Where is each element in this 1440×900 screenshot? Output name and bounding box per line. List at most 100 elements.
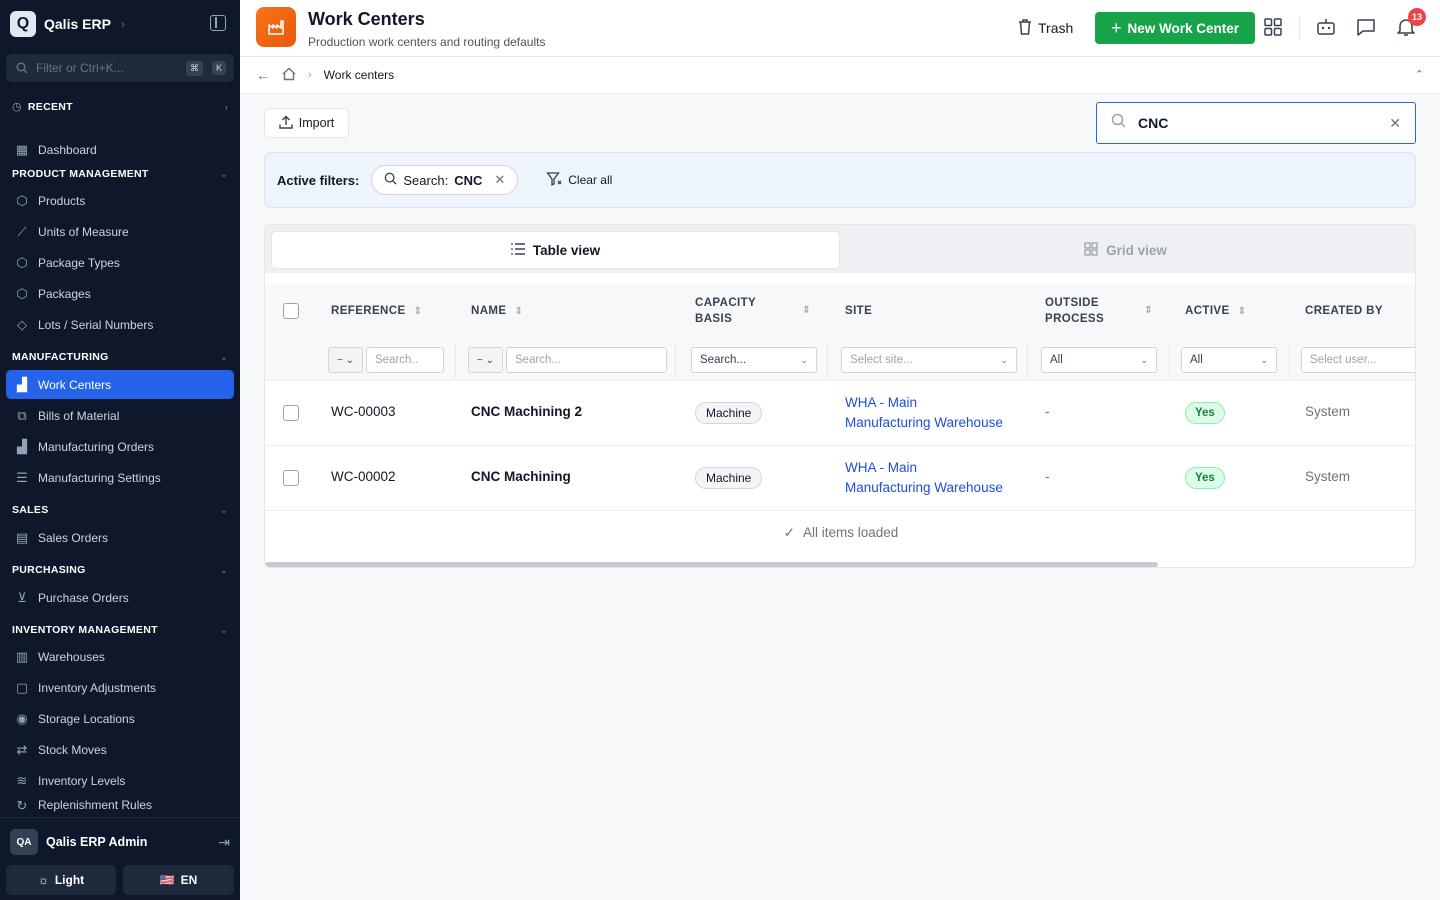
table-row[interactable]: WC-00002 CNC Machining Machine WHA - Mai… xyxy=(265,446,1415,511)
sidebar-item-stock-moves[interactable]: ⇄ Stock Moves xyxy=(6,736,234,764)
column-divider xyxy=(1169,343,1170,377)
sort-icon[interactable]: ⇕ xyxy=(802,303,811,319)
column-label: BASIS xyxy=(695,313,733,325)
apps-grid-icon[interactable] xyxy=(1262,16,1284,38)
new-work-center-button[interactable]: + New Work Center xyxy=(1095,12,1255,44)
sidebar-item-products[interactable]: ⬡ Products xyxy=(6,187,234,215)
sidebar-item-uom[interactable]: ⟋ Units of Measure xyxy=(6,218,234,246)
reference-operator-select[interactable]: ~ ⌄ xyxy=(328,347,363,373)
page-subtitle: Production work centers and routing defa… xyxy=(308,35,546,49)
outside-process-filter-select[interactable]: All ⌄ xyxy=(1041,347,1157,373)
sidebar-item-sales-orders[interactable]: ▤ Sales Orders xyxy=(6,524,234,552)
cell-name[interactable]: CNC Machining 2 xyxy=(471,404,582,419)
sidebar-collapse-icon[interactable] xyxy=(210,15,226,31)
name-filter-input[interactable]: Search... xyxy=(506,347,667,373)
filter-placeholder: Search.. xyxy=(375,354,418,366)
logout-icon[interactable]: ⇥ xyxy=(218,834,230,851)
sidebar-item-label: Inventory Levels xyxy=(38,774,126,788)
sidebar-item-storage[interactable]: ◉ Storage Locations xyxy=(6,705,234,733)
filter-chip-search[interactable]: Search: CNC ✕ xyxy=(371,165,519,195)
robot-icon[interactable] xyxy=(1315,16,1337,38)
sidebar-filter[interactable]: Filter or Ctrl+K... ⌘ K xyxy=(6,54,234,82)
column-header-outside[interactable]: OUTSIDE PROCESS ⇕ xyxy=(1045,293,1153,329)
cube-icon: ⬡ xyxy=(16,255,28,270)
sidebar-item-label: Packages xyxy=(38,287,91,301)
sidebar-item-packages[interactable]: ⬡ Packages xyxy=(6,280,234,308)
sidebar-item-mfg-settings[interactable]: ☰ Manufacturing Settings xyxy=(6,464,234,492)
table-row[interactable]: WC-00003 CNC Machining 2 Machine WHA - M… xyxy=(265,381,1415,446)
sidebar-item-label: Purchase Orders xyxy=(38,591,129,605)
select-all-checkbox[interactable] xyxy=(283,303,299,319)
sidebar-item-inv-adjust[interactable]: ▢ Inventory Adjustments xyxy=(6,674,234,702)
chevron-up-icon[interactable]: ⌃ xyxy=(1415,68,1424,81)
active-filter-select[interactable]: All ⌄ xyxy=(1181,347,1277,373)
column-header-site[interactable]: SITE xyxy=(845,293,872,329)
column-header-capacity[interactable]: CAPACITY BASIS ⇕ xyxy=(695,293,811,329)
site-link[interactable]: WHA - Main Manufacturing Warehouse xyxy=(845,458,1020,498)
sidebar-item-bom[interactable]: ⧉ Bills of Material xyxy=(6,402,234,430)
sidebar-item-label: Manufacturing Settings xyxy=(38,471,161,485)
sun-icon: ☼ xyxy=(37,873,49,887)
horizontal-scrollbar[interactable] xyxy=(265,562,1158,567)
reference-filter-input[interactable]: Search.. xyxy=(366,347,444,373)
row-checkbox[interactable] xyxy=(283,405,299,421)
factory-icon xyxy=(256,7,296,47)
home-icon[interactable] xyxy=(282,67,296,84)
clear-search-icon[interactable]: ✕ xyxy=(1389,115,1401,132)
sidebar-section-inventory[interactable]: INVENTORY MANAGEMENT ⌄ xyxy=(12,624,228,636)
theme-toggle-button[interactable]: ☼ Light xyxy=(6,865,116,895)
sidebar-item-replenish[interactable]: ↻ Replenishment Rules xyxy=(6,798,234,818)
created-by-filter-select[interactable]: Select user... xyxy=(1301,347,1415,373)
sidebar-recent[interactable]: ◷ RECENT › xyxy=(12,100,228,114)
sidebar-item-warehouses[interactable]: ▥ Warehouses xyxy=(6,643,234,671)
trash-label: Trash xyxy=(1038,20,1074,36)
name-operator-select[interactable]: ~ ⌄ xyxy=(468,347,503,373)
column-header-created-by[interactable]: CREATED BY xyxy=(1305,293,1383,329)
sidebar-section-manufacturing[interactable]: MANUFACTURING ⌄ xyxy=(12,351,228,363)
sidebar-item-package-types[interactable]: ⬡ Package Types xyxy=(6,249,234,277)
sidebar-section-product[interactable]: PRODUCT MANAGEMENT ⌄ xyxy=(12,168,228,180)
row-checkbox[interactable] xyxy=(283,470,299,486)
sort-icon[interactable]: ⇕ xyxy=(1238,306,1247,317)
language-button[interactable]: 🇺🇸 EN xyxy=(123,865,234,895)
column-header-reference[interactable]: REFERENCE ⇕ xyxy=(331,293,422,329)
sidebar-item-work-centers[interactable]: ▟ Work Centers xyxy=(6,370,234,399)
sidebar-section-sales[interactable]: SALES ⌄ xyxy=(12,504,228,516)
chat-icon[interactable] xyxy=(1355,16,1377,38)
sidebar-item-dashboard[interactable]: ▦ Dashboard xyxy=(6,136,234,164)
site-filter-select[interactable]: Select site... ⌄ xyxy=(841,347,1017,373)
column-label-wrap: OUTSIDE PROCESS xyxy=(1045,295,1104,327)
remove-filter-icon[interactable]: ✕ xyxy=(494,172,505,188)
sidebar-item-label: Stock Moves xyxy=(38,743,107,757)
search-icon xyxy=(1111,113,1126,133)
user-profile[interactable]: QA Qalis ERP Admin ⇥ xyxy=(10,828,230,856)
table-view-tab[interactable]: Table view xyxy=(271,231,840,269)
sort-icon[interactable]: ⇕ xyxy=(414,306,423,317)
column-header-name[interactable]: NAME ⇕ xyxy=(471,293,523,329)
chevron-down-icon: ⌄ xyxy=(220,168,228,179)
brand[interactable]: Q Qalis ERP › xyxy=(10,10,125,38)
search-value: CNC xyxy=(1138,115,1169,131)
filter-placeholder: Select site... xyxy=(850,354,913,366)
import-button[interactable]: Import xyxy=(264,108,349,138)
sort-icon[interactable]: ⇕ xyxy=(514,306,523,317)
cell-created-by: System xyxy=(1305,404,1351,419)
sidebar-item-purchase-orders[interactable]: ⊻ Purchase Orders xyxy=(6,584,234,612)
site-link[interactable]: WHA - Main Manufacturing Warehouse xyxy=(845,393,1020,433)
grid-view-tab[interactable]: Grid view xyxy=(840,231,1411,269)
search-icon xyxy=(14,60,30,76)
sort-icon[interactable]: ⇕ xyxy=(1144,303,1153,319)
sliders-icon: ☰ xyxy=(16,470,28,485)
sidebar-item-mo[interactable]: ▟ Manufacturing Orders xyxy=(6,433,234,461)
trash-button[interactable]: Trash xyxy=(1018,14,1073,42)
column-header-active[interactable]: ACTIVE ⇕ xyxy=(1185,293,1246,329)
sidebar-section-purchasing[interactable]: PURCHASING ⌄ xyxy=(12,564,228,576)
back-arrow-icon[interactable]: ← xyxy=(256,67,270,83)
grid-icon xyxy=(1084,241,1098,259)
search-input[interactable]: CNC ✕ xyxy=(1096,102,1416,144)
sidebar-item-lots[interactable]: ◇ Lots / Serial Numbers xyxy=(6,311,234,339)
cell-name[interactable]: CNC Machining xyxy=(471,469,571,484)
capacity-filter-select[interactable]: Search... ⌄ xyxy=(691,347,817,373)
clear-all-button[interactable]: Clear all xyxy=(546,171,612,190)
sidebar-item-inv-levels[interactable]: ≋ Inventory Levels xyxy=(6,767,234,795)
